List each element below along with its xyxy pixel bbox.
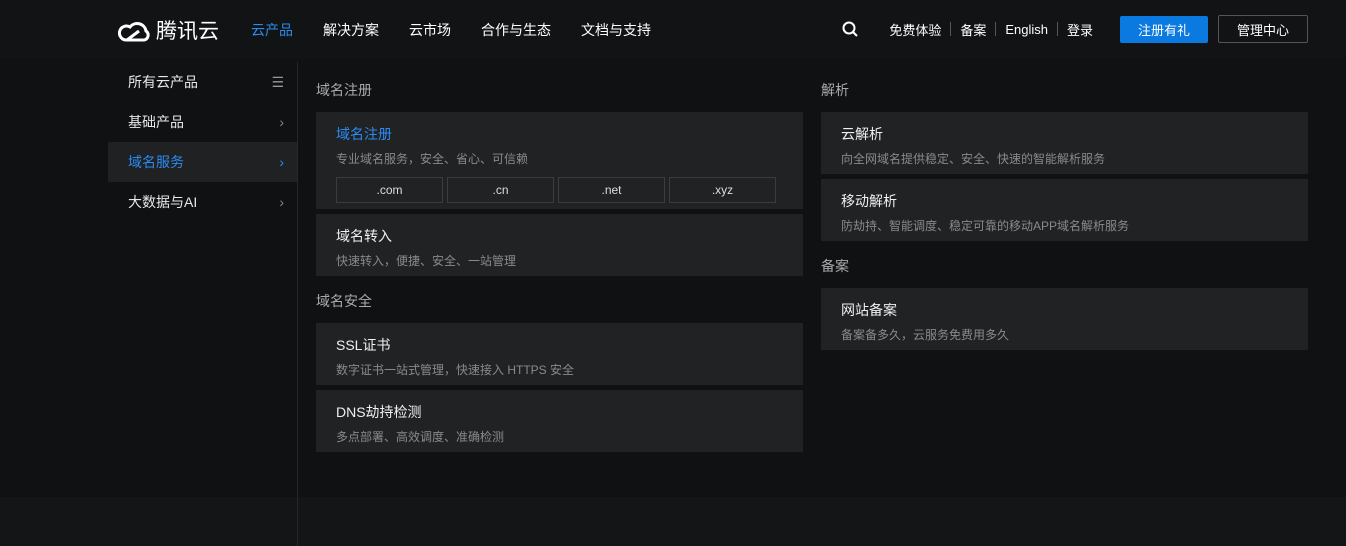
product-card-ssl[interactable]: SSL证书数字证书一站式管理，快速接入 HTTPS 安全 — [316, 323, 803, 385]
english-link[interactable]: English — [996, 22, 1057, 37]
section-title: 域名安全 — [316, 293, 372, 309]
product-card-dns-hijack[interactable]: DNS劫持检测多点部署、高效调度、准确检测 — [316, 390, 803, 452]
sidebar-item-domain[interactable]: 域名服务 › — [108, 142, 298, 182]
header-actions: 免费体验 备案 English 登录 注册有礼 管理中心 — [842, 15, 1308, 43]
right-column: 解析 云解析向全网域名提供稳定、安全、快速的智能解析服务 移动解析防劫持、智能调… — [821, 80, 1308, 355]
card-desc: 多点部署、高效调度、准确检测 — [336, 430, 505, 444]
chevron-right-icon: › — [279, 194, 284, 210]
cloud-logo-icon — [118, 22, 150, 42]
card-desc: 专业域名服务，安全、省心、可信赖 — [336, 152, 529, 166]
icp-link[interactable]: 备案 — [951, 20, 995, 39]
sidebar-item-label: 基础产品 — [128, 114, 184, 130]
logo-text: 腾讯云 — [156, 20, 219, 43]
nav-solutions[interactable]: 解决方案 — [323, 20, 379, 40]
tld-net-button[interactable]: .net — [558, 177, 665, 203]
nav-docs[interactable]: 文档与支持 — [581, 20, 651, 40]
tld-com-button[interactable]: .com — [336, 177, 443, 203]
console-button[interactable]: 管理中心 — [1218, 15, 1308, 43]
chevron-right-icon: › — [279, 114, 284, 130]
menu-icon: ☰ — [271, 73, 284, 90]
section-title: 备案 — [821, 258, 849, 274]
card-desc: 快速转入，便捷、安全、一站管理 — [336, 254, 517, 268]
card-desc: 向全网域名提供稳定、安全、快速的智能解析服务 — [841, 152, 1106, 166]
card-title: SSL证书 — [336, 337, 391, 353]
section-title: 解析 — [821, 82, 849, 98]
card-title: 移动解析 — [841, 193, 897, 209]
card-title: 域名注册 — [336, 126, 392, 142]
card-desc: 数字证书一站式管理，快速接入 HTTPS 安全 — [336, 363, 575, 377]
chevron-right-icon: › — [279, 154, 284, 170]
register-button[interactable]: 注册有礼 — [1120, 15, 1208, 43]
tld-cn-button[interactable]: .cn — [447, 177, 554, 203]
left-column: 域名注册 域名注册 专业域名服务，安全、省心、可信赖 .com .cn .net… — [316, 80, 803, 457]
tld-xyz-button[interactable]: .xyz — [669, 177, 776, 203]
product-card-domain-register[interactable]: 域名注册 专业域名服务，安全、省心、可信赖 .com .cn .net .xyz — [316, 112, 803, 209]
page-footer-band — [0, 497, 1346, 546]
sidebar-item-basic[interactable]: 基础产品 › — [108, 102, 298, 142]
sidebar-item-label: 域名服务 — [128, 154, 184, 170]
card-title: 域名转入 — [336, 228, 392, 244]
search-icon[interactable] — [842, 21, 859, 37]
nav-market[interactable]: 云市场 — [409, 20, 451, 40]
product-card-icp[interactable]: 网站备案备案备多久，云服务免费用多久 — [821, 288, 1308, 350]
card-desc: 备案备多久，云服务免费用多久 — [841, 328, 1010, 342]
sidebar-item-bigdata-ai[interactable]: 大数据与AI › — [108, 182, 298, 222]
card-title: 云解析 — [841, 126, 883, 142]
product-card-mobile-dns[interactable]: 移动解析防劫持、智能调度、稳定可靠的移动APP域名解析服务 — [821, 179, 1308, 241]
sidebar-item-all[interactable]: 所有云产品 ☰ — [108, 62, 298, 102]
product-card-cloud-dns[interactable]: 云解析向全网域名提供稳定、安全、快速的智能解析服务 — [821, 112, 1308, 174]
tld-list: .com .cn .net .xyz — [336, 177, 783, 203]
product-card-transfer[interactable]: 域名转入快速转入，便捷、安全、一站管理 — [316, 214, 803, 276]
login-link[interactable]: 登录 — [1058, 20, 1102, 39]
divider — [297, 62, 298, 546]
card-title: DNS劫持检测 — [336, 404, 422, 420]
top-bar: 腾讯云 云产品 解决方案 云市场 合作与生态 文档与支持 免费体验 备案 Eng… — [0, 0, 1346, 58]
card-desc: 防劫持、智能调度、稳定可靠的移动APP域名解析服务 — [841, 219, 1130, 233]
sidebar: 所有云产品 ☰ 基础产品 › 域名服务 › 大数据与AI › — [108, 62, 298, 222]
nav-partners[interactable]: 合作与生态 — [481, 20, 551, 40]
section-title: 域名注册 — [316, 82, 372, 98]
sidebar-item-label: 大数据与AI — [128, 194, 198, 210]
nav-products[interactable]: 云产品 — [251, 20, 293, 40]
free-trial-link[interactable]: 免费体验 — [880, 20, 950, 39]
logo[interactable]: 腾讯云 — [118, 15, 219, 45]
card-title: 网站备案 — [841, 302, 897, 318]
main-nav: 云产品 解决方案 云市场 合作与生态 文档与支持 — [251, 20, 651, 40]
sidebar-item-label: 所有云产品 — [128, 74, 198, 90]
